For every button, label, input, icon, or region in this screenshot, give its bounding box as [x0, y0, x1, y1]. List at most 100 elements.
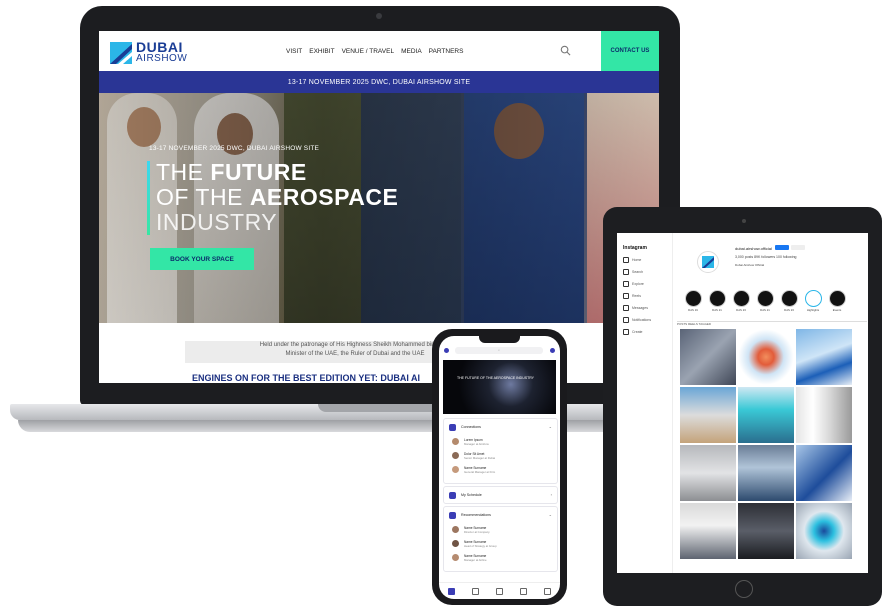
ig-tabs[interactable]: POSTS REELS TAGGED [677, 321, 867, 328]
ig-nav-create[interactable]: Create [623, 329, 651, 335]
ig-nav-search[interactable]: Search [623, 269, 651, 275]
nav-exhibit[interactable]: EXHIBIT [309, 48, 334, 55]
contact-role: Director at Company [464, 530, 490, 534]
hero-title-line-1: THE FUTURE [156, 159, 307, 186]
airshow-logo-icon[interactable] [110, 42, 132, 64]
avatar [452, 466, 459, 473]
ig-nav-label: Create [632, 330, 643, 334]
search-input[interactable]: ⌕ [455, 347, 543, 354]
tab-chat-icon[interactable] [520, 588, 528, 595]
tablet-home-button[interactable] [735, 580, 753, 598]
ig-stats: 3,000 posts 89K followers 100 following [735, 255, 797, 259]
ig-highlight-label: Events [832, 308, 842, 312]
avatar [452, 540, 459, 547]
avatar [452, 452, 459, 459]
ig-post[interactable] [738, 445, 794, 501]
list-item[interactable]: Dolor Sit Amet Senior Manager at Dubai [452, 451, 552, 461]
chevron-down-icon[interactable]: ⌄ [549, 512, 552, 517]
laptop-notch [318, 404, 442, 412]
ig-highlight[interactable] [757, 290, 774, 307]
site-header: DUBAI AIRSHOW VISIT EXHIBIT VENUE / TRAV… [99, 31, 659, 71]
tab-people-icon[interactable] [471, 588, 479, 595]
avatar [452, 554, 459, 561]
ig-highlight[interactable] [829, 290, 846, 307]
tab-more-icon[interactable] [544, 588, 552, 595]
ig-sidebar: Instagram Home Search Explore Reels Mess… [617, 233, 673, 573]
nav-media[interactable]: MEDIA [401, 48, 422, 55]
ig-post[interactable] [738, 329, 794, 385]
avatar[interactable] [550, 348, 555, 353]
contact-role: Manager at Airline [464, 558, 487, 562]
list-item[interactable]: Lorem Ipsum Manager at Airshow [452, 437, 552, 447]
tab-calendar-icon[interactable] [495, 588, 503, 595]
ig-profile-avatar[interactable] [697, 251, 719, 273]
ig-post[interactable] [796, 387, 852, 443]
search-icon[interactable] [560, 45, 571, 56]
airshow-logo-icon [702, 256, 714, 268]
ig-message-button[interactable] [791, 245, 805, 250]
schedule-card[interactable]: My Schedule › [443, 486, 558, 504]
ig-follow-button[interactable] [775, 245, 789, 250]
avatar [452, 526, 459, 533]
ig-highlight[interactable] [733, 290, 750, 307]
nav-venue-travel[interactable]: VENUE / TRAVEL [342, 48, 395, 55]
ig-nav-notifications[interactable]: Notifications [623, 317, 651, 323]
menu-icon[interactable] [444, 348, 449, 353]
list-item[interactable]: Name Surname Head of Strategy at Group [452, 539, 552, 549]
reels-icon [623, 293, 629, 299]
ig-highlight-label: DAS 19 [688, 308, 698, 312]
chevron-down-icon[interactable]: ⌄ [549, 424, 552, 429]
date-banner: 13-17 NOVEMBER 2025 DWC, DUBAI AIRSHOW S… [99, 71, 659, 93]
ig-nav-home[interactable]: Home [623, 257, 651, 263]
list-item[interactable]: Name Surname Director at Company [452, 525, 552, 535]
ig-highlight[interactable] [805, 290, 822, 307]
ig-logo[interactable]: Instagram [623, 245, 647, 251]
ig-post[interactable] [680, 503, 736, 559]
ig-highlight[interactable] [781, 290, 798, 307]
contact-role: General Manager at Firm [464, 470, 496, 474]
nav-partners[interactable]: PARTNERS [429, 48, 464, 55]
contact-role: Head of Strategy at Group [464, 544, 497, 548]
hero-title-bold-1: FUTURE [210, 159, 307, 185]
ig-highlight[interactable] [709, 290, 726, 307]
logo-subtitle[interactable]: AIRSHOW [136, 53, 187, 64]
list-item[interactable]: Name Surname General Manager at Firm [452, 465, 552, 475]
hero-title-line-2: OF THE AEROSPACE [156, 184, 398, 211]
ig-highlight-label: DAS 21 [760, 308, 770, 312]
ig-post[interactable] [680, 329, 736, 385]
ig-nav-label: Messages [632, 306, 648, 310]
ig-bio: Dubai Airshow Official [735, 263, 765, 267]
chevron-right-icon[interactable]: › [551, 492, 552, 497]
book-your-space-button[interactable]: BOOK YOUR SPACE [150, 248, 254, 270]
ig-post[interactable] [738, 503, 794, 559]
hero-date: 13-17 NOVEMBER 2025 DWC, DUBAI AIRSHOW S… [149, 145, 320, 152]
laptop-camera [376, 13, 382, 19]
ig-nav-label: Home [632, 258, 642, 262]
ig-post[interactable] [796, 329, 852, 385]
ig-nav-messages[interactable]: Messages [623, 305, 651, 311]
search-icon [623, 269, 629, 275]
ig-post[interactable] [738, 387, 794, 443]
ig-nav-reels[interactable]: Reels [623, 293, 651, 299]
ig-post[interactable] [796, 503, 852, 559]
ig-nav-explore[interactable]: Explore [623, 281, 651, 287]
tab-home-icon[interactable] [447, 588, 455, 595]
laptop-screen: DUBAI AIRSHOW VISIT EXHIBIT VENUE / TRAV… [99, 31, 659, 383]
avatar [452, 438, 459, 445]
ig-nav-label: Reels [632, 294, 641, 298]
contact-us-button[interactable]: CONTACT US [601, 31, 659, 71]
recommendations-card[interactable]: Recommendations ⌄ Name Surname Director a… [443, 506, 558, 572]
ig-post[interactable] [796, 445, 852, 501]
tablet-screen: Instagram Home Search Explore Reels Mess… [617, 233, 868, 573]
list-item[interactable]: Name Surname Manager at Airline [452, 553, 552, 563]
ig-post[interactable] [680, 387, 736, 443]
ig-highlight[interactable] [685, 290, 702, 307]
app-hero-image: THE FUTURE OF THE AEROSPACE INDUSTRY [443, 360, 556, 414]
tablet-camera [742, 219, 746, 223]
nav-visit[interactable]: VISIT [286, 48, 302, 55]
heart-icon [623, 317, 629, 323]
connections-card[interactable]: Connections ⌄ Lorem Ipsum Manager at Airs… [443, 418, 558, 484]
ig-post-grid [680, 329, 852, 559]
ig-post[interactable] [680, 445, 736, 501]
contact-role: Manager at Airshow [464, 442, 489, 446]
